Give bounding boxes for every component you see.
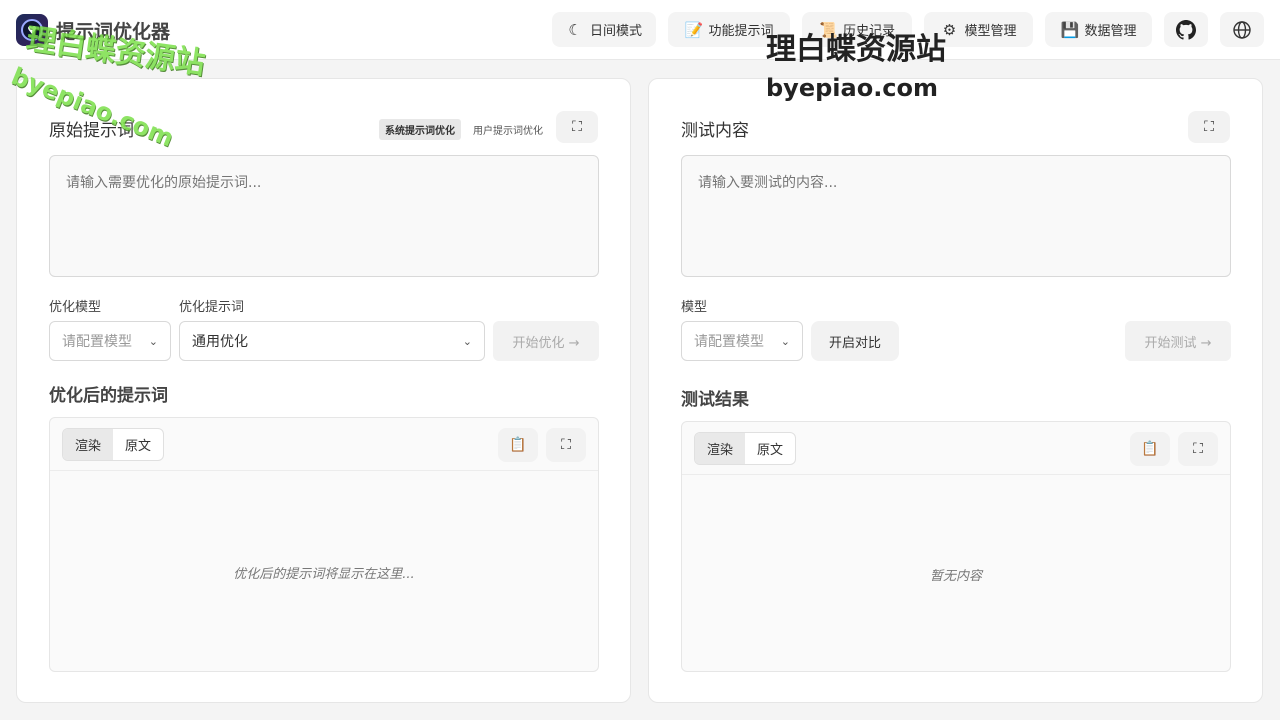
copy-button[interactable]: 📋 [498, 428, 538, 462]
test-result-title: 测试结果 [681, 390, 749, 410]
model-label: 优化模型 [49, 300, 102, 315]
prompt-mode-tabs: 系统提示词优化 用户提示词优化 [379, 119, 549, 140]
expand-icon: ⛶ [572, 119, 582, 135]
history-button[interactable]: 📜 历史记录 [802, 12, 912, 47]
prompt-template-select[interactable]: 通用优化 ⌄ [179, 321, 485, 361]
chevron-down-icon: ⌄ [148, 334, 158, 348]
data-manage-button[interactable]: 💾 数据管理 [1045, 12, 1152, 47]
raw-view-tab[interactable]: 原文 [113, 429, 163, 460]
data-manage-label: 数据管理 [1084, 24, 1137, 39]
github-icon [1176, 19, 1196, 40]
test-model-value: 请配置模型 [694, 334, 764, 350]
expand-icon: ⛶ [561, 437, 571, 453]
app-title: 提示词优化器 [56, 21, 171, 43]
view-toggle: 渲染 原文 [62, 428, 165, 461]
globe-icon [1233, 20, 1251, 39]
feature-prompts-label: 功能提示词 [708, 24, 774, 39]
history-label: 历史记录 [842, 24, 895, 39]
render-view-tab[interactable]: 渲染 [63, 429, 114, 460]
test-view-toggle: 渲染 原文 [694, 432, 797, 465]
github-button[interactable] [1164, 12, 1208, 47]
model-manage-button[interactable]: ⚙ 模型管理 [924, 12, 1033, 47]
test-result-box: 渲染 原文 📋 ⛶ 暂无内容 [681, 421, 1231, 672]
test-result-toolbar: 渲染 原文 📋 ⛶ [682, 422, 1230, 475]
result-toolbar: 渲染 原文 📋 ⛶ [50, 418, 598, 471]
model-select-value: 请配置模型 [62, 334, 132, 350]
expand-input-button[interactable]: ⛶ [556, 111, 598, 143]
test-copy-button[interactable]: 📋 [1130, 432, 1170, 466]
scroll-icon: 📜 [818, 20, 838, 39]
expand-icon: ⛶ [1193, 441, 1203, 457]
model-manage-label: 模型管理 [964, 24, 1017, 39]
moon-icon: ☾ [568, 20, 582, 39]
start-optimize-button[interactable]: 开始优化 → [493, 321, 599, 361]
test-model-select[interactable]: 请配置模型 ⌄ [681, 321, 803, 361]
original-prompt-title: 原始提示词 [49, 121, 134, 141]
feature-prompts-button[interactable]: 📝 功能提示词 [668, 12, 790, 47]
tab-system-prompt[interactable]: 系统提示词优化 [379, 119, 461, 140]
test-content-input[interactable] [681, 155, 1231, 277]
day-mode-button[interactable]: ☾ 日间模式 [552, 12, 656, 47]
tab-user-prompt[interactable]: 用户提示词优化 [467, 119, 549, 140]
test-render-view-tab[interactable]: 渲染 [695, 433, 746, 464]
chevron-down-icon: ⌄ [780, 334, 790, 348]
prompt-template-value: 通用优化 [192, 334, 248, 350]
floppy-icon: 💾 [1060, 20, 1080, 39]
clipboard-icon: 📋 [1141, 441, 1159, 457]
start-test-button[interactable]: 开始测试 → [1125, 321, 1231, 361]
test-empty-text: 暂无内容 [929, 569, 982, 584]
original-prompt-input[interactable] [49, 155, 599, 277]
test-content-title: 测试内容 [681, 121, 749, 141]
test-model-label: 模型 [681, 300, 708, 315]
memo-icon: 📝 [684, 20, 704, 39]
compare-button[interactable]: 开启对比 [811, 321, 899, 361]
test-panel: 测试内容 ⛶ 模型 请配置模型 ⌄ 开启对比 开始测试 → 测试结果 渲染 原文… [648, 78, 1263, 703]
heart-icon: ♥ [21, 19, 43, 41]
app-logo: ♥ [16, 14, 48, 46]
top-bar: ♥ 提示词优化器 ☾ 日间模式 📝 功能提示词 📜 历史记录 ⚙ 模型管理 💾 … [0, 0, 1280, 60]
model-select[interactable]: 请配置模型 ⌄ [49, 321, 171, 361]
test-raw-view-tab[interactable]: 原文 [745, 433, 795, 464]
optimized-result-box: 渲染 原文 📋 ⛶ 优化后的提示词将显示在这里... [49, 417, 599, 672]
day-mode-label: 日间模式 [589, 24, 642, 39]
empty-result-text: 优化后的提示词将显示在这里... [233, 567, 415, 582]
clipboard-icon: 📋 [509, 437, 527, 453]
expand-test-input-button[interactable]: ⛶ [1188, 111, 1230, 143]
gear-icon: ⚙ [942, 20, 957, 39]
prompt-template-label: 优化提示词 [179, 300, 245, 315]
optimize-panel: 原始提示词 系统提示词优化 用户提示词优化 ⛶ 优化模型 优化提示词 请配置模型… [16, 78, 631, 703]
optimized-prompt-title: 优化后的提示词 [49, 386, 168, 406]
language-button[interactable] [1220, 12, 1264, 47]
chevron-down-icon: ⌄ [462, 334, 472, 348]
expand-result-button[interactable]: ⛶ [546, 428, 586, 462]
expand-icon: ⛶ [1204, 119, 1214, 135]
test-expand-result-button[interactable]: ⛶ [1178, 432, 1218, 466]
